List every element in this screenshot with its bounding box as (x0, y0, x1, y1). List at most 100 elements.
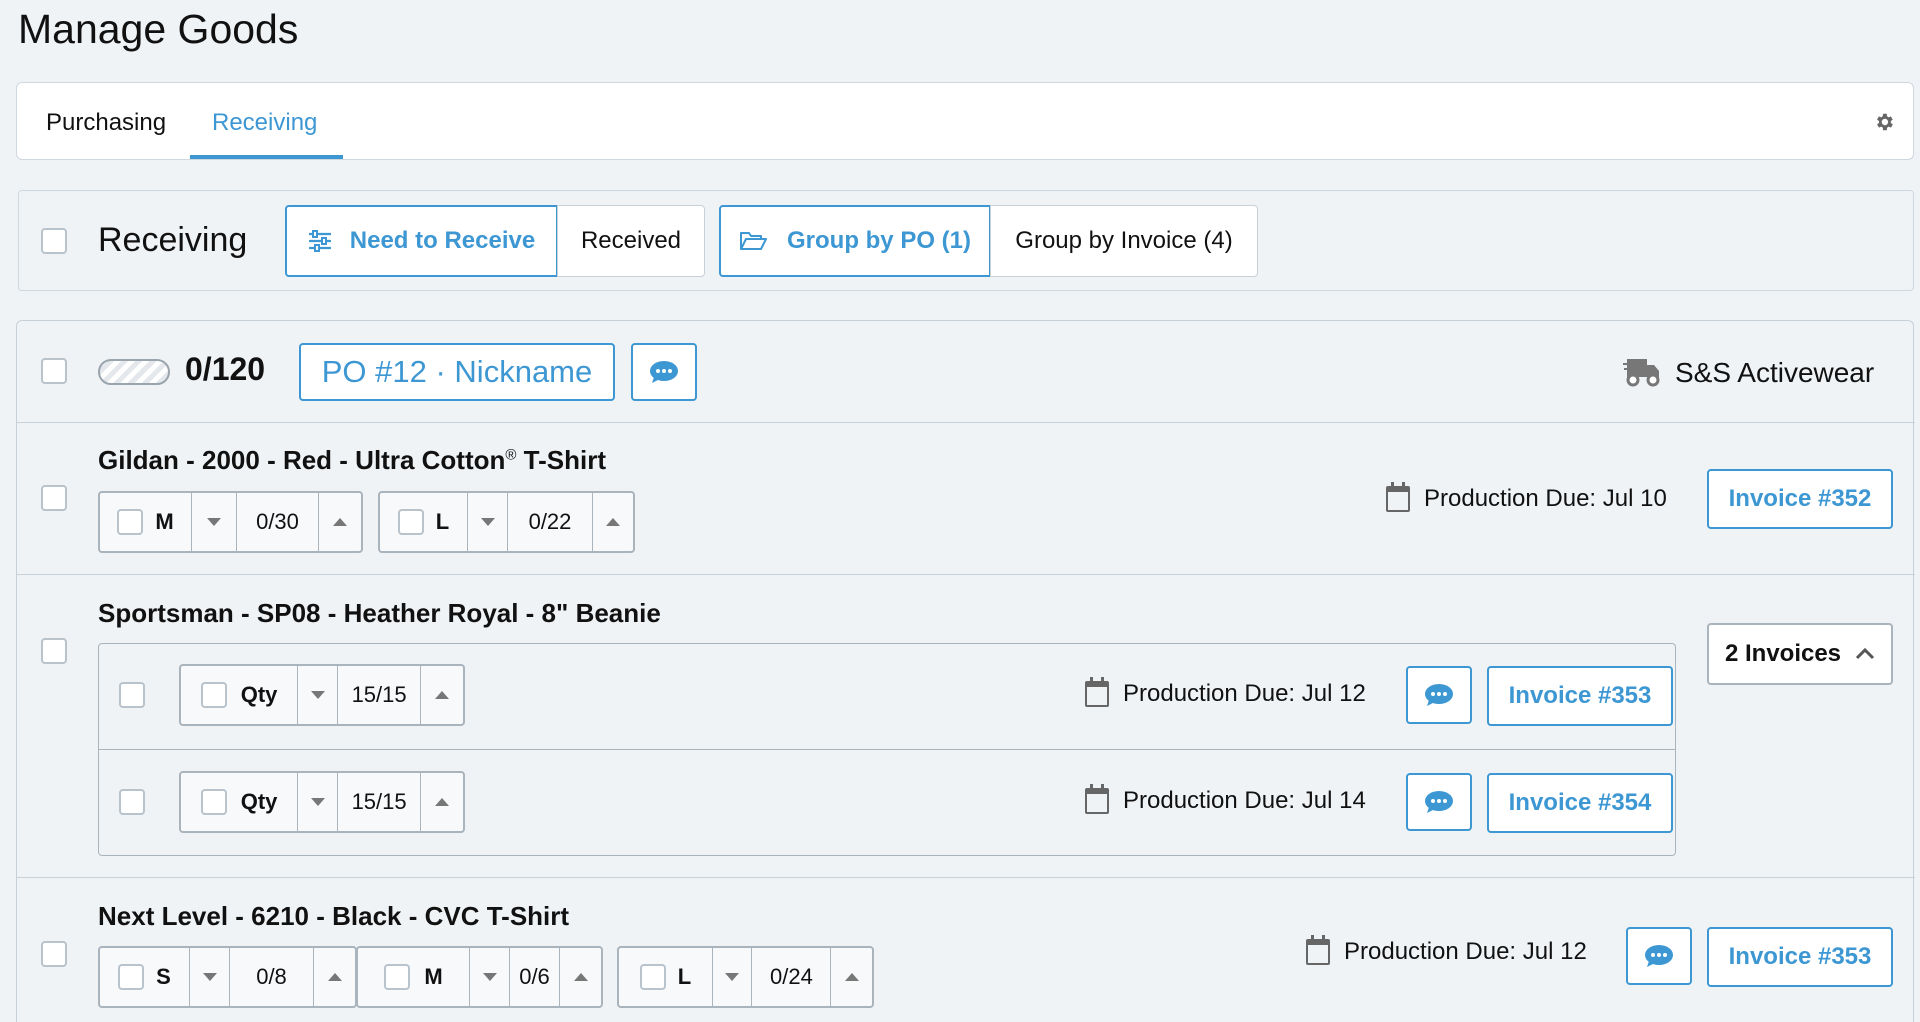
caret-down-icon (310, 691, 325, 699)
quantity-value[interactable]: 15/15 (338, 773, 422, 831)
divider (17, 574, 1915, 575)
truck-icon (1623, 355, 1661, 387)
qty-select[interactable]: Qty (181, 666, 299, 724)
comment-button[interactable] (1406, 666, 1472, 724)
increment-button[interactable] (421, 666, 463, 724)
subrow-checkbox[interactable] (119, 789, 145, 815)
receiving-toolbar: Receiving Need to Receive Received Group… (18, 190, 1914, 291)
tab-receiving[interactable]: Receiving (212, 109, 317, 137)
po-label-button[interactable]: PO #12 · Nickname (299, 343, 615, 401)
invoice-button[interactable]: Invoice #354 (1487, 773, 1673, 833)
caret-up-icon (606, 518, 620, 526)
page-title: Manage Goods (18, 6, 299, 52)
chat-bubble-icon (650, 361, 678, 383)
gear-icon[interactable] (1873, 111, 1895, 133)
qty-checkbox[interactable] (200, 682, 227, 708)
invoice-button[interactable]: Invoice #353 (1707, 927, 1893, 987)
qty-label: Qty (240, 682, 278, 707)
decrement-button[interactable] (298, 773, 338, 831)
quantity-value[interactable]: 0/6 (510, 948, 560, 1006)
increment-button[interactable] (560, 948, 601, 1006)
invoice-button[interactable]: Invoice #353 (1487, 666, 1673, 726)
caret-down-icon (202, 973, 217, 981)
increment-button[interactable] (421, 773, 463, 831)
active-tab-indicator (190, 155, 343, 159)
size-select[interactable]: S (100, 948, 190, 1006)
po-progress-count: 0/120 (185, 351, 266, 387)
caret-down-icon (482, 973, 497, 981)
received-button[interactable]: Received (557, 205, 705, 277)
qty-checkbox[interactable] (200, 789, 227, 815)
size-stepper: M 0/6 (356, 946, 603, 1008)
quantity-value[interactable]: 0/22 (508, 493, 593, 551)
decrement-button[interactable] (713, 948, 753, 1006)
decrement-button[interactable] (192, 493, 237, 551)
decrement-button[interactable] (470, 948, 510, 1006)
caret-down-icon (725, 973, 740, 981)
decrement-button[interactable] (298, 666, 338, 724)
caret-up-icon (435, 798, 450, 806)
invoice-subrows: Qty 15/15 Production Due: Jul 12 Invoice… (98, 643, 1676, 856)
size-select[interactable]: L (380, 493, 468, 551)
subrow-checkbox[interactable] (119, 682, 145, 708)
comment-button[interactable] (1406, 773, 1472, 831)
size-checkbox[interactable] (639, 964, 666, 990)
tab-purchasing[interactable]: Purchasing (46, 109, 166, 137)
po-checkbox[interactable] (41, 358, 67, 384)
caret-up-icon (844, 973, 859, 981)
size-select[interactable]: L (619, 948, 713, 1006)
size-checkbox[interactable] (117, 509, 144, 535)
increment-button[interactable] (593, 493, 633, 551)
po-comment-button[interactable] (631, 343, 697, 401)
increment-button[interactable] (319, 493, 361, 551)
comment-button[interactable] (1626, 927, 1692, 985)
quantity-value[interactable]: 15/15 (338, 666, 422, 724)
production-due: Production Due: Jul 10 (1386, 482, 1667, 513)
select-all-checkbox[interactable] (41, 228, 67, 254)
group-by-invoice-button[interactable]: Group by Invoice (4) (990, 205, 1258, 277)
invoice-button[interactable]: Invoice #352 (1707, 469, 1893, 529)
divider (17, 422, 1915, 423)
production-due-text: Production Due: Jul 12 (1123, 680, 1366, 707)
chevron-up-icon (1855, 648, 1875, 660)
qty-label: Qty (240, 789, 278, 814)
size-checkbox[interactable] (397, 509, 424, 535)
chat-bubble-icon (1425, 791, 1453, 813)
item-checkbox[interactable] (41, 485, 67, 511)
item-checkbox[interactable] (41, 941, 67, 967)
increment-button[interactable] (831, 948, 872, 1006)
item-checkbox[interactable] (41, 638, 67, 664)
size-stepper: L 0/22 (378, 491, 635, 553)
size-checkbox[interactable] (118, 964, 145, 990)
invoices-toggle-button[interactable]: 2 Invoices (1707, 623, 1893, 685)
qty-stepper: Qty 15/15 (179, 771, 465, 833)
caret-down-icon (480, 518, 495, 526)
quantity-value[interactable]: 0/24 (752, 948, 832, 1006)
production-due: Production Due: Jul 12 (1306, 935, 1587, 966)
decrement-button[interactable] (468, 493, 508, 551)
decrement-button[interactable] (190, 948, 230, 1006)
quantity-value[interactable]: 0/8 (230, 948, 314, 1006)
folder-open-icon (739, 232, 767, 250)
group-by-po-button[interactable]: Group by PO (1) (719, 205, 991, 277)
increment-button[interactable] (314, 948, 355, 1006)
item-title: Gildan - 2000 - Red - Ultra Cotton® T-Sh… (98, 445, 606, 475)
invoices-toggle-label: 2 Invoices (1724, 640, 1842, 667)
caret-down-icon (310, 798, 325, 806)
chat-bubble-icon (1645, 945, 1673, 967)
production-due-text: Production Due: Jul 10 (1424, 485, 1667, 512)
size-stepper: S 0/8 (98, 946, 357, 1008)
size-checkbox[interactable] (384, 964, 411, 990)
caret-up-icon (435, 691, 450, 699)
size-select[interactable]: M (100, 493, 192, 551)
size-label: L (435, 509, 450, 534)
qty-select[interactable]: Qty (181, 773, 299, 831)
calendar-icon (1085, 784, 1109, 814)
divider (17, 877, 1915, 878)
calendar-icon (1386, 482, 1410, 512)
vendor-name: S&S Activewear (1675, 357, 1875, 388)
size-select[interactable]: M (358, 948, 470, 1006)
quantity-value[interactable]: 0/30 (237, 493, 319, 551)
need-to-receive-button[interactable]: Need to Receive (285, 205, 558, 277)
toolbar-heading: Receiving (98, 221, 248, 259)
